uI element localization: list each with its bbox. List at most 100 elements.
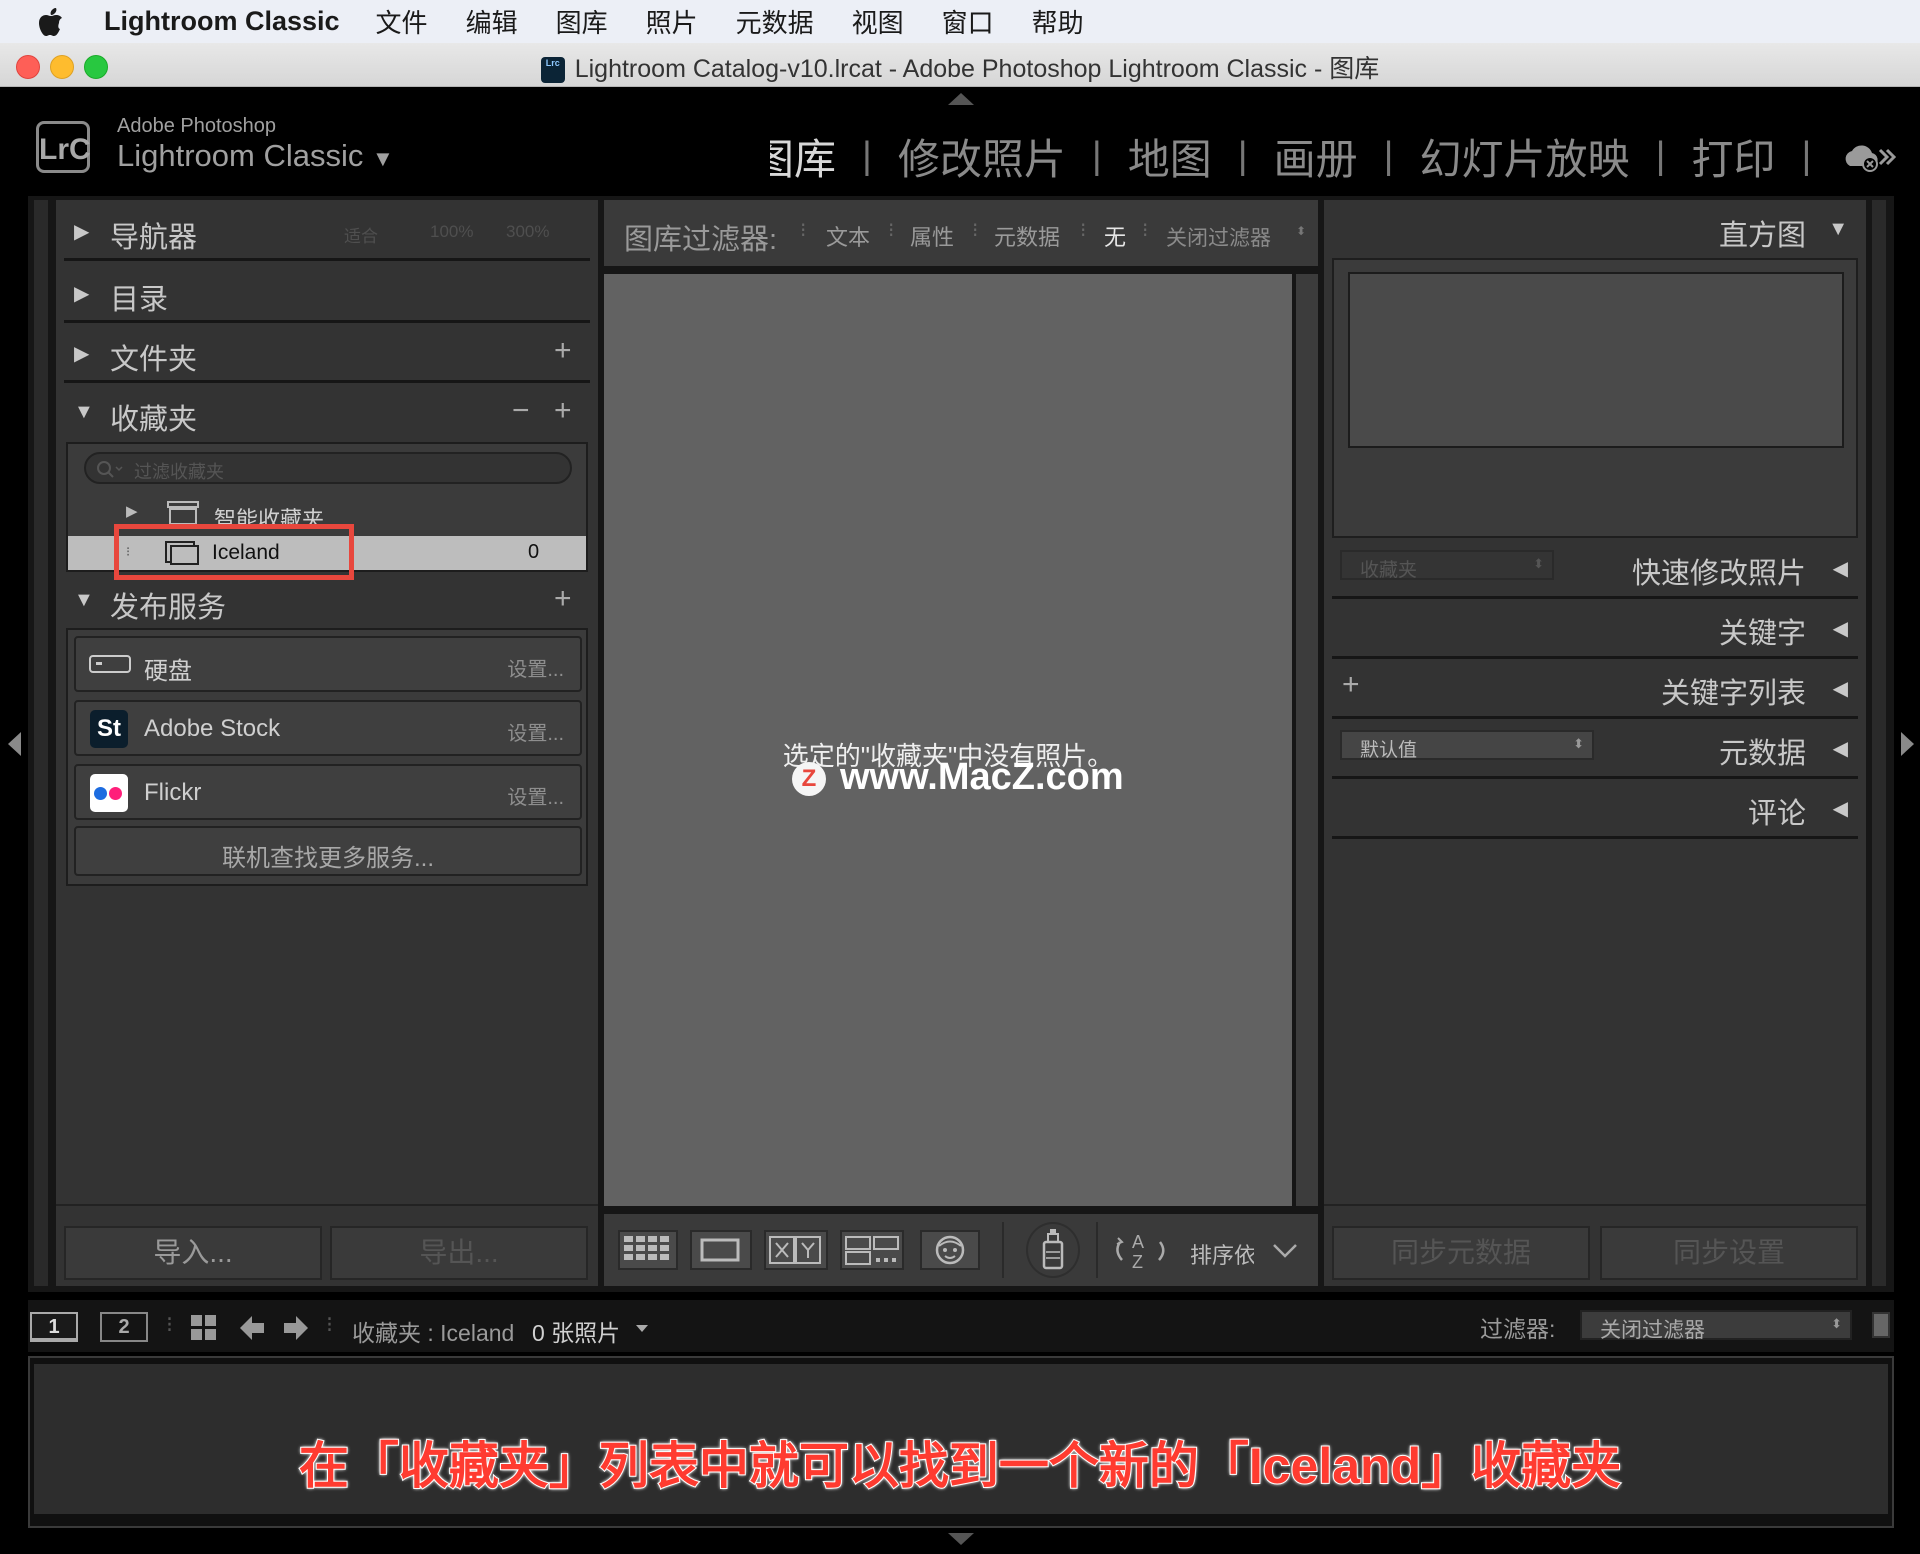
toolbar-menu-chevron-icon[interactable]	[1272, 1242, 1298, 1260]
expand-left-triangle-icon: ◀	[1832, 738, 1848, 760]
people-view-button[interactable]	[920, 1230, 980, 1270]
hard-drive-icon	[89, 655, 131, 673]
publish-adobe-stock[interactable]: St Adobe Stock 设置...	[74, 700, 582, 756]
sort-direction-icon[interactable]: A Z	[1112, 1228, 1176, 1274]
catalog-header[interactable]: ▶ 目录	[64, 268, 590, 323]
add-collection-icon[interactable]: +	[554, 394, 572, 428]
module-slideshow[interactable]: 幻灯片放映	[1420, 126, 1630, 187]
service-settings[interactable]: 设置...	[507, 717, 564, 746]
sort-label[interactable]: 排序依据	[1190, 1238, 1254, 1270]
sync-metadata-button[interactable]: 同步元数据	[1332, 1226, 1590, 1280]
menu-library[interactable]: 图库	[556, 3, 608, 40]
zoom-fit[interactable]: 适合	[344, 222, 378, 247]
filter-attribute[interactable]: 属性	[910, 220, 954, 252]
module-separator: |	[1237, 134, 1248, 177]
module-map[interactable]: 地图	[1128, 126, 1212, 187]
remove-collection-icon[interactable]: −	[512, 394, 530, 428]
comments-header[interactable]: 评论 ◀	[1332, 778, 1858, 839]
back-arrow-icon[interactable]	[238, 1314, 266, 1342]
publish-hard-drive[interactable]: 硬盘 设置...	[74, 636, 582, 692]
module-picker: 图库 | 修改照片 | 地图 | 画册 | 幻灯片放映 | 打印 |	[770, 128, 1837, 184]
select-stepper-icon: ⬍	[1573, 736, 1584, 751]
add-folder-icon[interactable]: +	[554, 334, 572, 368]
find-more-services-button[interactable]: 联机查找更多服务...	[74, 826, 582, 876]
forward-arrow-icon[interactable]	[282, 1314, 310, 1342]
menu-view[interactable]: 视图	[852, 3, 904, 40]
module-print[interactable]: 打印	[1691, 126, 1775, 187]
service-settings[interactable]: 设置...	[507, 653, 564, 682]
keyword-list-header[interactable]: + 关键字列表 ◀	[1332, 658, 1858, 719]
filter-preset[interactable]: 关闭过滤器	[1166, 222, 1271, 252]
menu-edit[interactable]: 编辑	[466, 3, 518, 40]
module-develop[interactable]: 修改照片	[898, 126, 1066, 187]
toolbar-divider	[1096, 1222, 1098, 1278]
service-settings[interactable]: 设置...	[507, 781, 564, 810]
app-menu[interactable]: Lightroom Classic	[104, 6, 340, 37]
collapse-bottom-panel-icon[interactable]	[948, 1532, 974, 1546]
collapse-top-panel-icon[interactable]	[948, 92, 974, 106]
zoom-100[interactable]: 100%	[430, 222, 473, 242]
expand-left-triangle-icon: ◀	[1832, 678, 1848, 700]
filter-metadata[interactable]: 元数据	[994, 220, 1060, 252]
filmstrip-photo-count[interactable]: 0 张照片	[532, 1314, 620, 1348]
menu-photo[interactable]: 照片	[646, 3, 698, 40]
metadata-preset-select[interactable]: 默认值 ⬍	[1340, 730, 1594, 761]
import-button[interactable]: 导入...	[64, 1226, 322, 1280]
filmstrip-source[interactable]: 收藏夹 : Iceland	[352, 1314, 514, 1348]
filter-separator: ⁝	[800, 220, 807, 242]
lrc-logo: LrC	[36, 121, 91, 173]
menu-help[interactable]: 帮助	[1032, 3, 1084, 40]
module-library[interactable]: 图库	[770, 126, 836, 187]
catalog-label: 目录	[110, 284, 169, 316]
survey-view-button[interactable]	[840, 1230, 904, 1270]
folders-header[interactable]: ▶ 文件夹 +	[64, 328, 590, 383]
expand-right-panel-icon[interactable]	[1900, 732, 1914, 756]
collections-header[interactable]: ▼ 收藏夹 − +	[64, 388, 590, 440]
source-dropdown-icon[interactable]	[634, 1322, 650, 1334]
loupe-icon	[700, 1238, 740, 1262]
cloud-sync-icon[interactable]	[1842, 140, 1896, 174]
zoom-300[interactable]: 300%	[506, 222, 549, 242]
apple-icon[interactable]	[38, 7, 64, 37]
navigator-header[interactable]: ▶ 导航器 适合 100% 300%	[64, 206, 590, 261]
quick-develop-preset-select[interactable]: 收藏夹 ⬍	[1340, 550, 1554, 581]
grid-view-button[interactable]	[618, 1230, 678, 1270]
painter-button[interactable]	[1026, 1222, 1080, 1278]
second-window-button[interactable]: 2	[100, 1312, 148, 1342]
menu-window[interactable]: 窗口	[942, 3, 994, 40]
filmstrip-filter-select[interactable]: 关闭过滤器 ⬍	[1580, 1310, 1852, 1342]
compare-view-button[interactable]	[764, 1230, 828, 1270]
main-window-button[interactable]: 1	[30, 1312, 78, 1342]
sync-settings-button[interactable]: 同步设置	[1600, 1226, 1858, 1280]
quick-develop-select-value: 收藏夹	[1360, 560, 1418, 581]
publish-services-header[interactable]: ▼ 发布服务 +	[64, 576, 590, 628]
filter-text[interactable]: 文本	[826, 220, 870, 252]
export-button[interactable]: 导出...	[330, 1226, 588, 1280]
module-separator: |	[1655, 134, 1666, 177]
menu-file[interactable]: 文件	[376, 3, 428, 40]
survey-icon	[845, 1236, 899, 1265]
smart-collection-set-icon	[167, 501, 199, 525]
module-book[interactable]: 画册	[1274, 126, 1358, 187]
keywording-header[interactable]: 关键字 ◀	[1332, 598, 1858, 659]
filmstrip-filter-toggle[interactable]	[1872, 1312, 1890, 1338]
menu-metadata[interactable]: 元数据	[736, 3, 814, 40]
loupe-view-button[interactable]	[690, 1230, 752, 1270]
add-publish-service-icon[interactable]: +	[554, 582, 572, 616]
brand-line-2: Lightroom Classic	[117, 138, 364, 173]
metadata-header[interactable]: 默认值 ⬍ 元数据 ◀	[1332, 718, 1858, 779]
add-keyword-icon[interactable]: +	[1342, 668, 1360, 702]
histogram-header[interactable]: 直方图 ▼	[1332, 206, 1858, 254]
grid-scrollbar[interactable]	[1296, 274, 1318, 1206]
identity-plate[interactable]: Lightroom Classic ▼	[117, 138, 394, 174]
filter-none[interactable]: 无	[1104, 220, 1126, 252]
quick-develop-header[interactable]: 收藏夹 ⬍ 快速修改照片 ◀	[1332, 538, 1858, 599]
svg-text:Z: Z	[1132, 1252, 1143, 1272]
window-title-text: Lightroom Catalog-v10.lrcat - Adobe Phot…	[574, 55, 1380, 83]
collection-filter-input[interactable]: 过滤收藏夹	[84, 452, 572, 484]
collection-count: 0	[528, 541, 540, 563]
grid-view-icon[interactable]	[190, 1314, 218, 1342]
publish-flickr[interactable]: Flickr 设置...	[74, 764, 582, 820]
tutorial-caption: 在「收藏夹」列表中就可以找到一个新的「Iceland」收藏夹	[298, 1437, 1622, 1495]
expand-left-panel-icon[interactable]	[8, 732, 22, 756]
